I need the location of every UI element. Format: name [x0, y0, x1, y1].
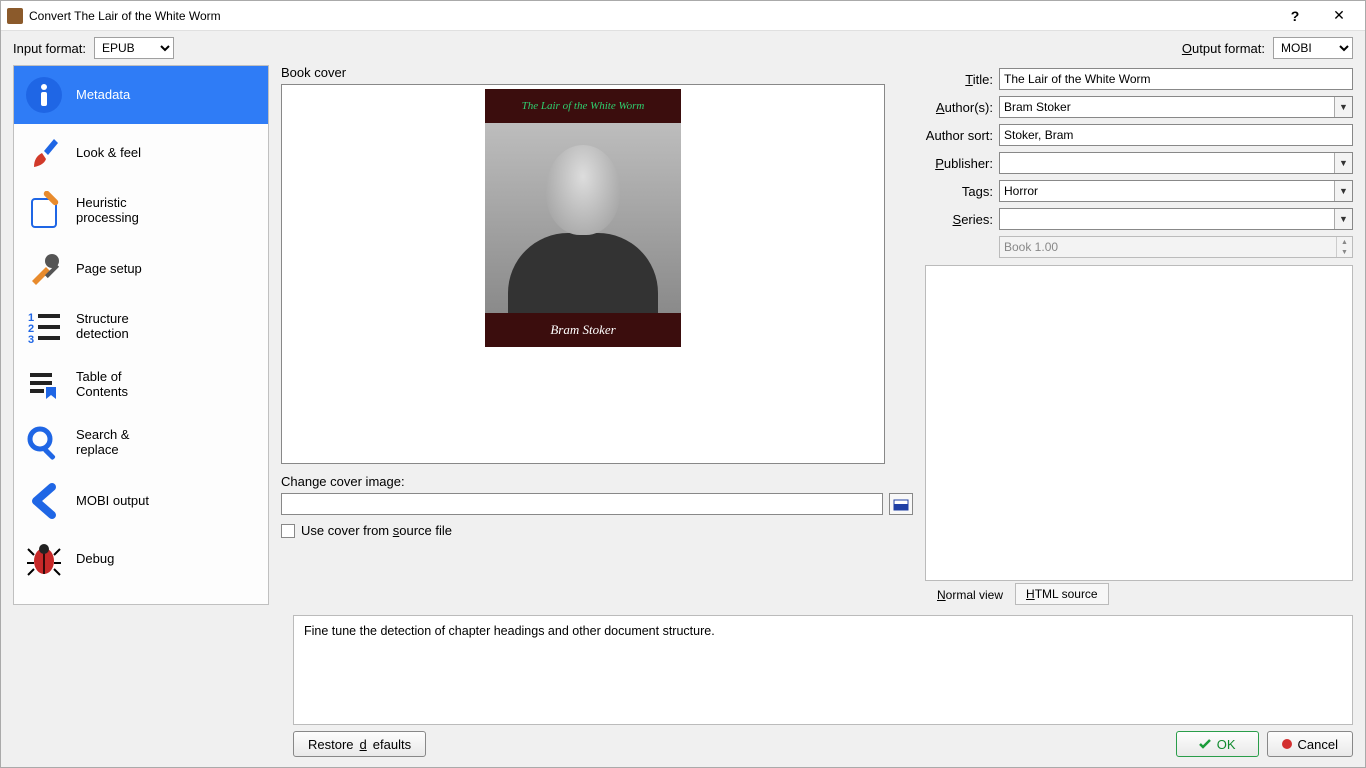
chevron-down-icon: ▼ [1334, 97, 1352, 117]
help-button[interactable]: ? [1273, 2, 1317, 30]
sidebar-label: Heuristic processing [76, 196, 139, 226]
info-icon [24, 75, 64, 115]
cover-author-text: Bram Stoker [485, 313, 681, 347]
cancel-button[interactable]: Cancel [1267, 731, 1353, 757]
sidebar-item-page-setup[interactable]: Page setup [14, 240, 268, 298]
input-format-label: Input format: [13, 41, 86, 56]
author-combo[interactable]: Bram Stoker▼ [999, 96, 1353, 118]
cover-title-text: The Lair of the White Worm [485, 89, 681, 123]
window-title: Convert The Lair of the White Worm [29, 9, 1273, 23]
use-source-cover-row[interactable]: Use cover from source file [281, 523, 913, 538]
cancel-icon [1282, 739, 1292, 749]
sidebar-label: Structure detection [76, 312, 129, 342]
center-panel: Book cover The Lair of the White Worm Br… [281, 65, 913, 605]
sidebar-label: Page setup [76, 262, 142, 277]
comments-editor[interactable] [925, 265, 1353, 581]
series-combo[interactable]: ▼ [999, 208, 1353, 230]
footer: Restore defaults OK Cancel [1, 729, 1365, 767]
sidebar-label: Table of Contents [76, 370, 128, 400]
app-icon [7, 8, 23, 24]
sidebar-item-metadata[interactable]: Metadata [14, 66, 268, 124]
close-button[interactable]: ✕ [1317, 2, 1361, 30]
sidebar-label: Metadata [76, 88, 130, 103]
publisher-combo[interactable]: ▼ [999, 152, 1353, 174]
sidebar-label: Debug [76, 552, 114, 567]
cover-path-input[interactable] [281, 493, 883, 515]
output-format-label: Output format: [1182, 41, 1265, 56]
bug-icon [24, 539, 64, 579]
check-icon [1199, 738, 1211, 750]
sidebar-label: Look & feel [76, 146, 141, 161]
browse-cover-button[interactable] [889, 493, 913, 515]
use-source-cover-checkbox[interactable] [281, 524, 295, 538]
main-area: Metadata Look & feel Heuristic processin… [1, 65, 1365, 611]
sidebar-item-search-replace[interactable]: Search & replace [14, 414, 268, 472]
input-format-select[interactable]: EPUB [94, 37, 174, 59]
sidebar-item-structure[interactable]: 123 Structure detection [14, 298, 268, 356]
sidebar-item-debug[interactable]: Debug [14, 530, 268, 588]
open-file-icon [893, 496, 909, 512]
chevron-down-icon: ▼ [1334, 209, 1352, 229]
editor-tabs: Normal view HTML source [925, 581, 1353, 605]
chevron-down-icon: ▼ [1334, 181, 1352, 201]
sidebar-item-toc[interactable]: Table of Contents [14, 356, 268, 414]
wand-icon [24, 191, 64, 231]
description-text: Fine tune the detection of chapter headi… [304, 624, 715, 638]
titlebar: Convert The Lair of the White Worm ? ✕ [1, 1, 1365, 31]
tab-html-source[interactable]: HTML source [1015, 583, 1109, 605]
chevron-down-icon: ▼ [1334, 153, 1352, 173]
sidebar-label: MOBI output [76, 494, 149, 509]
author-label: Author(s): [925, 100, 993, 115]
svg-text:3: 3 [28, 334, 34, 346]
list-icon: 123 [24, 307, 64, 347]
ok-button[interactable]: OK [1176, 731, 1259, 757]
cover-section: Book cover The Lair of the White Worm Br… [281, 65, 913, 538]
cover-image: The Lair of the White Worm Bram Stoker [485, 89, 681, 347]
output-format-select[interactable]: MOBI [1273, 37, 1353, 59]
cover-preview-frame: The Lair of the White Worm Bram Stoker [281, 84, 885, 464]
book-cover-label: Book cover [281, 65, 913, 80]
author-sort-input[interactable] [999, 124, 1353, 146]
format-row: Input format: EPUB Output format: MOBI [1, 31, 1365, 65]
chevron-left-icon [24, 481, 64, 521]
tools-icon [24, 249, 64, 289]
brush-icon [24, 133, 64, 173]
series-index-spinner[interactable]: Book 1.00▲▼ [999, 236, 1353, 258]
title-label: Title: [925, 72, 993, 87]
metadata-form: Title: Author(s): Bram Stoker▼ Author so… [925, 65, 1353, 605]
change-cover-label: Change cover image: [281, 474, 913, 489]
series-label: Series: [925, 212, 993, 227]
tags-combo[interactable]: Horror▼ [999, 180, 1353, 202]
dialog-window: Convert The Lair of the White Worm ? ✕ I… [0, 0, 1366, 768]
chevron-up-icon[interactable]: ▲ [1337, 237, 1352, 247]
chevron-down-icon[interactable]: ▼ [1337, 247, 1352, 257]
publisher-label: Publisher: [925, 156, 993, 171]
sidebar-label: Search & replace [76, 428, 129, 458]
title-input[interactable] [999, 68, 1353, 90]
cover-portrait [485, 123, 681, 313]
use-source-cover-label: Use cover from source file [301, 523, 452, 538]
sidebar-item-mobi-output[interactable]: MOBI output [14, 472, 268, 530]
change-cover-row [281, 493, 913, 515]
toc-icon [24, 365, 64, 405]
sidebar: Metadata Look & feel Heuristic processin… [13, 65, 269, 605]
sidebar-item-heuristic[interactable]: Heuristic processing [14, 182, 268, 240]
author-sort-label: Author sort: [925, 128, 993, 143]
search-icon [24, 423, 64, 463]
tags-label: Tags: [925, 184, 993, 199]
tab-normal-view[interactable]: Normal view [925, 585, 1015, 605]
description-box: Fine tune the detection of chapter headi… [293, 615, 1353, 725]
sidebar-item-look-feel[interactable]: Look & feel [14, 124, 268, 182]
restore-defaults-button[interactable]: Restore defaults [293, 731, 426, 757]
